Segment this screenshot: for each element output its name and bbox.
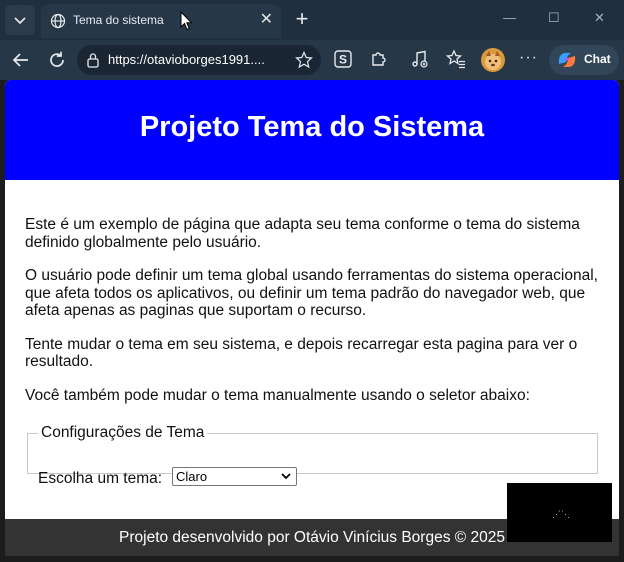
theme-select[interactable]: Claro (172, 467, 297, 486)
overlay-box: ⋰⋱ (507, 483, 612, 542)
puzzle-icon[interactable] (369, 49, 389, 69)
tab-list-button[interactable] (5, 5, 35, 35)
music-icon[interactable] (410, 49, 430, 69)
tab-active[interactable]: Tema do sistema ✕ (41, 4, 281, 38)
maximize-icon[interactable]: ☐ (548, 10, 560, 26)
copilot-icon (558, 53, 576, 67)
chevron-down-icon (281, 473, 291, 480)
page-content: Este é um exemplo de página que adapta s… (25, 216, 605, 420)
extension-s-icon[interactable]: S (333, 49, 353, 69)
address-bar[interactable]: https://otavioborges1991.... (77, 45, 321, 75)
close-icon[interactable]: ✕ (260, 11, 273, 29)
browser-tab-bar: Tema do sistema ✕ + — ☐ ✕ (0, 0, 624, 40)
theme-settings-legend: Configurações de Tema (41, 424, 205, 441)
minimize-icon[interactable]: — (503, 10, 516, 25)
refresh-icon[interactable] (47, 50, 67, 70)
svg-text:S: S (339, 53, 347, 67)
theme-options-paragraph: O usuário pode definir um tema global us… (25, 267, 598, 319)
overlay-mark-icon: ⋰⋱ (552, 509, 570, 519)
copilot-chat-button[interactable]: Chat (549, 45, 619, 75)
theme-choose-row: Escolha um tema: Claro (38, 467, 297, 488)
plus-icon[interactable]: + (289, 6, 315, 32)
star-icon[interactable] (295, 51, 313, 69)
try-change-paragraph: Tente mudar o tema em seu sistema, e dep… (25, 335, 578, 371)
intro-paragraph: Este é um exemplo de página que adapta s… (25, 216, 580, 251)
manual-change-paragraph: Você também pode mudar o tema manualment… (25, 386, 530, 404)
theme-choose-label: Escolha um tema: (38, 470, 163, 487)
page-header: Projeto Tema do Sistema (5, 80, 619, 180)
more-icon[interactable]: ··· (519, 49, 538, 67)
favorites-icon[interactable] (446, 49, 466, 69)
browser-toolbar: https://otavioborges1991.... S ··· Chat (0, 40, 624, 80)
chat-label: Chat (584, 52, 611, 66)
back-icon[interactable] (11, 50, 31, 70)
theme-settings-fieldset: Configurações de Tema Escolha um tema: C… (27, 424, 598, 487)
page-title: Projeto Tema do Sistema (139, 111, 485, 143)
mouse-cursor-icon (180, 11, 193, 31)
globe-icon (50, 13, 66, 29)
tab-title: Tema do sistema (73, 13, 164, 27)
lock-icon[interactable] (86, 52, 100, 68)
window-close-icon[interactable]: ✕ (594, 10, 605, 26)
chevron-down-icon (14, 17, 26, 25)
address-url[interactable]: https://otavioborges1991.... (108, 52, 265, 67)
theme-select-value: Claro (176, 469, 208, 484)
avatar-icon[interactable] (481, 48, 505, 72)
